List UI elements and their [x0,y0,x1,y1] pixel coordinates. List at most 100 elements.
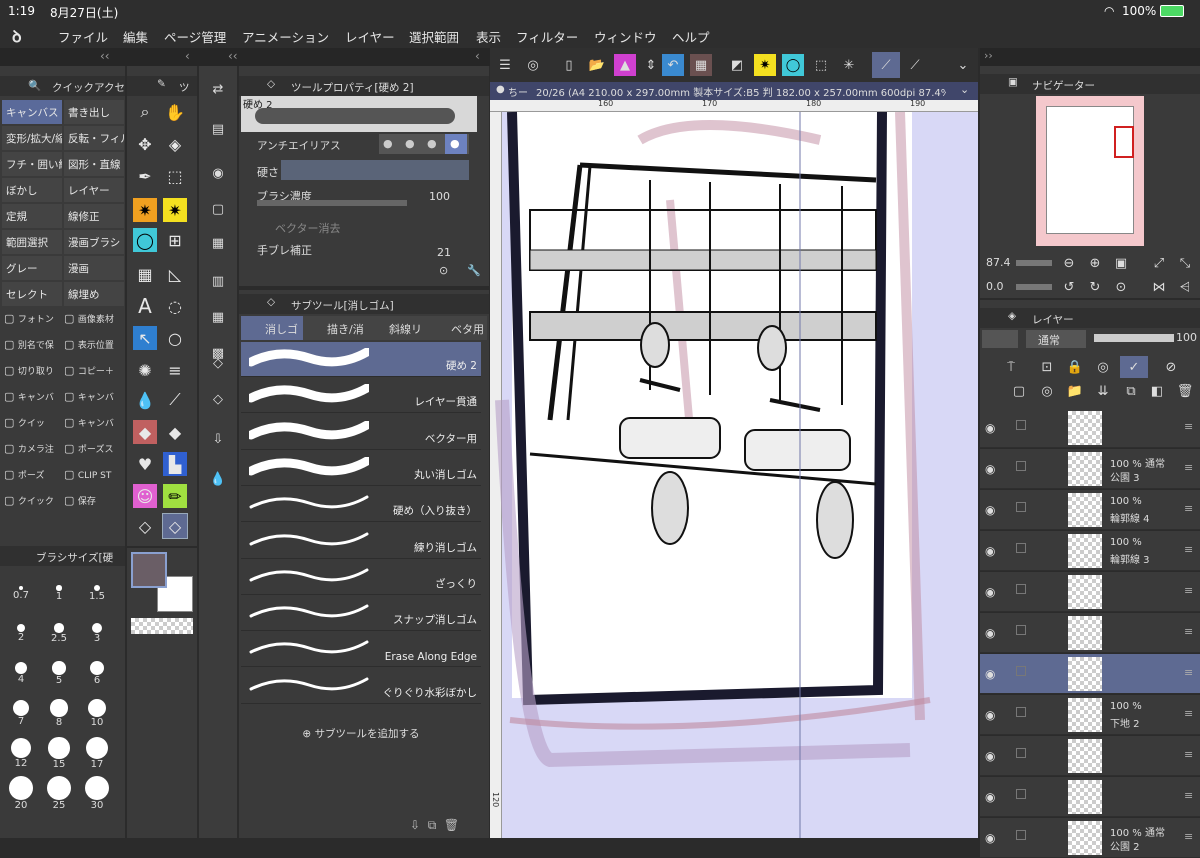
layer-checkbox[interactable] [1016,584,1026,594]
aa-mid-icon[interactable]: ● [427,137,437,150]
clip-logo-icon[interactable]: ◎ [522,54,544,76]
aa-strong-icon[interactable]: ● [445,134,467,154]
layer-menu-icon[interactable]: ≡ [1184,543,1193,556]
ref-icon[interactable]: ◎ [1092,356,1114,378]
layer-row[interactable]: ◉ 100 % 通常 公園 2 ≡ [980,818,1200,858]
brush-size-item[interactable]: 20 [2,774,40,814]
new-layer-icon[interactable]: ▢ [1008,380,1030,402]
quick-access-tool[interactable]: ▢ キャンバ [4,390,62,412]
quick-access-tool[interactable]: ▢ クイック [4,494,62,516]
quick-access-item[interactable]: 線埋め [64,282,124,306]
angle-slider[interactable] [1016,284,1052,290]
fill-alt-icon[interactable]: ◆ [163,420,187,444]
layer-menu-icon[interactable]: ≡ [1184,461,1193,474]
copy-layer-icon[interactable]: ⧉ [1120,380,1142,402]
ink-icon[interactable]: ▙ [163,452,187,476]
layer-menu-icon[interactable]: ≡ [1184,748,1193,761]
collapse-left-icon[interactable]: ‹ [185,49,190,63]
pencil-icon[interactable]: ✏ [163,484,187,508]
layer-checkbox[interactable] [1016,707,1026,717]
layer-row[interactable]: ◉ 100 % 輪郭線 4 ≡ [980,490,1200,530]
opacity-slider[interactable] [1094,334,1174,342]
grid-palette-icon[interactable]: ▦ [207,232,229,254]
brush-size-item[interactable]: 0.7 [2,574,40,614]
text-icon[interactable]: A [133,294,157,318]
subtool-item[interactable]: Erase Along Edge [241,632,481,668]
draft-icon[interactable]: ✓ [1120,356,1148,378]
menu-help[interactable]: ヘルプ [672,27,710,46]
eraser-dock-icon[interactable]: ◇ [207,352,229,374]
collapse-right-icon[interactable]: ›› [984,49,993,62]
zoom-icon[interactable]: ⌕ [133,100,157,124]
layer-checkbox[interactable] [1016,666,1026,676]
gradient-icon[interactable]: ▦ [133,262,157,286]
brush-size-item[interactable]: 5 [40,654,78,694]
layer-row[interactable]: ◉ 100 % 下地 2 ≡ [980,695,1200,735]
layer-checkbox[interactable] [1016,461,1026,471]
burst-icon[interactable]: ✺ [133,358,157,382]
layer-menu-icon[interactable]: ≡ [1184,666,1193,679]
antialias-selector[interactable]: ● ● ● ● [379,134,469,154]
download-icon[interactable]: ⇩ [410,818,420,832]
eyedropper-icon[interactable]: ⟋ [163,388,187,412]
eraser-selected-icon[interactable]: ◇ [162,513,188,539]
layer-checkbox[interactable] [1016,502,1026,512]
subtool-item[interactable]: 硬め 2 [241,342,481,377]
density-slider[interactable] [257,200,407,206]
select-all-icon[interactable]: ⬚ [810,54,832,76]
layer-checkbox[interactable] [1016,748,1026,758]
lock-icon[interactable]: 🔒 [1064,356,1086,378]
brush-size-item[interactable]: 30 [78,774,116,814]
quick-access-tool[interactable]: ▢ 保存 [64,494,122,516]
wrench-icon[interactable]: 🔧 [467,264,481,277]
lasso-icon[interactable]: ◯ [133,228,157,252]
subtool-tab-2[interactable]: 斜線リ [365,316,427,340]
menu-view[interactable]: 表示 [476,27,501,46]
brush-tool-icon[interactable]: ⟋ [872,52,900,78]
layer-checkbox[interactable] [1016,789,1026,799]
frame-icon[interactable]: ⊞ [163,228,187,252]
updown-icon[interactable]: ⇕ [640,54,662,76]
brush-size-item[interactable]: 8 [40,694,78,734]
brush-size-item[interactable]: 3 [78,614,116,654]
zoom-in-icon[interactable]: ⊕ [1084,252,1106,274]
quick-access-tool[interactable]: ▢ 画像素材 [64,312,122,334]
layer-row[interactable]: ◉ ≡ [980,736,1200,776]
subtool-tab-3[interactable]: ベタ用 [427,316,487,340]
transparent-color-swatch[interactable] [131,618,193,634]
brush-size-item[interactable]: 1 [40,574,78,614]
fit-width-icon[interactable]: ⤡ [1174,252,1196,274]
quick-access-tool[interactable]: ▢ キャンバ [64,390,122,412]
subtool-tab-1[interactable]: 描き/消 [303,316,365,340]
layer-move-icon[interactable]: ◈ [163,132,187,156]
eraser-dock-icon-2[interactable]: ◇ [207,388,229,410]
speed-lines-icon[interactable]: ≡ [163,358,187,382]
quick-access-item[interactable]: レイヤー [64,178,124,202]
quick-access-item[interactable]: 反転・フィル [64,126,124,150]
brush-size-item[interactable]: 6 [78,654,116,694]
quick-access-item[interactable]: ぼかし [2,178,62,202]
layer-checkbox[interactable] [1016,543,1026,553]
layer-checkbox[interactable] [1016,830,1026,840]
eye-icon[interactable]: ◉ [985,626,995,640]
balloon-icon[interactable]: ◌ [163,294,187,318]
layer-menu-icon[interactable]: ≡ [1184,707,1193,720]
quick-access-item[interactable]: グレー [2,256,62,280]
brush-size-item[interactable]: 15 [40,734,78,774]
quick-access-tool[interactable]: ▢ CLIP ST [64,468,122,490]
clip-icon[interactable]: ⊡ [1036,356,1058,378]
menu-file[interactable]: ファイル [58,27,108,46]
duplicate-icon[interactable]: ⧉ [428,818,437,832]
subtool-item[interactable]: ざっくり [241,559,481,595]
quick-access-item[interactable]: 漫画 [64,256,124,280]
pen-nib-icon[interactable]: ✒ [133,164,157,188]
brush-size-item[interactable]: 4 [2,654,40,694]
lasso-icon[interactable]: ◯ [782,54,804,76]
quick-access-tool[interactable]: ▢ 表示位置 [64,338,122,360]
layer-row[interactable]: ◉ 100 % 通常 公園 3 ≡ [980,449,1200,489]
quick-access-tool[interactable]: ▢ キャンバ [64,416,122,438]
move-icon[interactable]: ✥ [133,132,157,156]
layer-menu-icon[interactable]: ≡ [1184,625,1193,638]
subtool-item[interactable]: スナップ消しゴム [241,596,481,632]
eye-icon[interactable]: ◉ [985,708,995,722]
